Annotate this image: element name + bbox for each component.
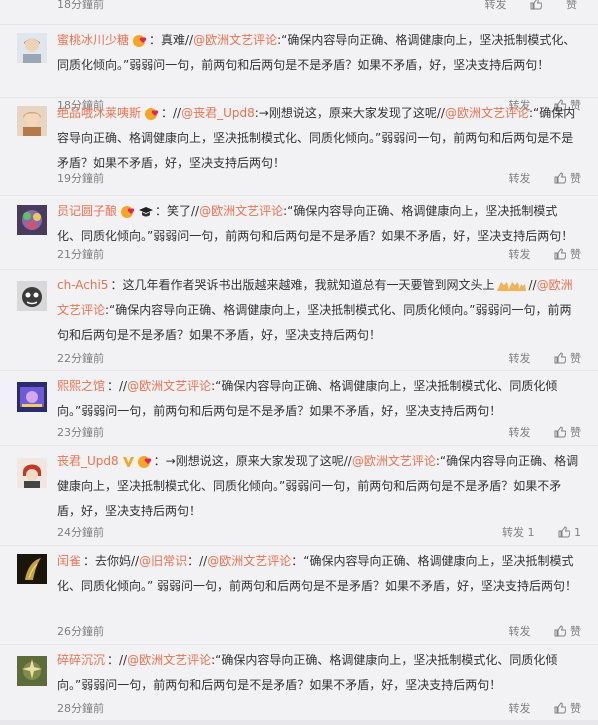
comment-username[interactable]: ch-Achi5 — [57, 278, 108, 292]
repost-button[interactable]: 转发 — [509, 424, 531, 440]
pray-hands-icon — [497, 281, 527, 291]
mention-link[interactable]: @欧洲文艺评论 — [199, 204, 283, 218]
heart-badge-icon — [145, 107, 159, 120]
comment-text: 闰雀 ：去你妈//@旧常识：//@欧洲文艺评论：“确保内容导向正确、格调健康向上，… — [57, 554, 578, 593]
comment-username[interactable]: 碎碎沉沉 — [57, 653, 105, 667]
avatar[interactable] — [17, 281, 47, 311]
mention-link[interactable]: @欧洲文艺评论 — [127, 653, 211, 667]
repost-button[interactable]: 转发 — [509, 623, 531, 639]
avatar[interactable] — [17, 382, 47, 412]
comment-username[interactable]: 绝品哦沐莱咦斯 — [57, 106, 141, 120]
mention-link[interactable]: @欧洲文艺评论 — [193, 33, 277, 47]
mention-link[interactable]: @旧常识 — [139, 554, 187, 568]
repost-button[interactable]: 转发 — [509, 170, 531, 186]
thumbs-up-icon — [554, 172, 566, 184]
heart-badge-icon — [137, 455, 151, 468]
comment-text: 丧君_Upd8 ：→刚想说这，原来大家发现了这呢//@欧洲文艺评论:“确保内容导向… — [57, 454, 579, 518]
like-button[interactable]: 赞 — [554, 350, 581, 366]
avatar[interactable] — [17, 554, 47, 584]
like-button[interactable]: 赞 — [554, 700, 581, 716]
like-button[interactable]: 1 — [558, 526, 581, 539]
heart-badge-icon — [121, 205, 135, 218]
previous-comment-footer: 18分鐘前 转发 赞 — [0, 0, 598, 13]
comment-text: 绝品哦沐莱咦斯 ：//@丧君_Upd8:→刚想说这，原来大家发现了这呢//@欧洲文… — [57, 106, 576, 170]
comment-item: 蜜桃冰川少糖 ：真难//@欧洲文艺评论:“确保内容导向正确、格调健康向上，坚决抵制… — [0, 24, 598, 112]
repost-button[interactable]: 转发 — [509, 350, 531, 366]
heart-badge-icon — [133, 34, 147, 47]
mention-link[interactable]: @欧洲文艺评论 — [445, 106, 529, 120]
thumbs-up-icon — [554, 248, 566, 260]
thumbs-up-icon — [554, 426, 566, 438]
comment-item: 绝品哦沐莱咦斯 ：//@丧君_Upd8:→刚想说这，原来大家发现了这呢//@欧洲文… — [0, 97, 598, 196]
comment-text: 员记圆子酿 ：笑了//@欧洲文艺评论:“确保内容导向正确、格调健康向上，坚决抵制模… — [57, 204, 574, 243]
comment-item: 员记圆子酿 ：笑了//@欧洲文艺评论:“确保内容导向正确、格调健康向上，坚决抵制模… — [0, 195, 598, 269]
like-button[interactable]: 赞 — [554, 246, 581, 262]
mention-link[interactable]: @欧洲文艺评论 — [207, 554, 291, 568]
like-button[interactable]: 赞 — [554, 424, 581, 440]
comment-username[interactable]: 闰雀 — [57, 554, 81, 568]
repost-button[interactable]: 转发 — [509, 246, 531, 262]
comment-time: 21分鐘前 — [57, 248, 104, 261]
comment-username[interactable]: 员记圆子酿 — [57, 204, 117, 218]
mention-link[interactable]: @欧洲文艺评论 — [352, 454, 436, 468]
comment-text: 蜜桃冰川少糖 ：真难//@欧洲文艺评论:“确保内容导向正确、格调健康向上，坚决抵制… — [57, 33, 576, 72]
comment-username[interactable]: 熙熙之馆 — [57, 379, 105, 393]
avatar[interactable] — [17, 458, 47, 488]
repost-button[interactable]: 转发 1 — [502, 524, 535, 540]
comment-time: 18分鐘前 — [57, 0, 104, 11]
comment-text: ch-Achi5 ：这几年看作者哭诉书出版越来越难，我就知道总有一天要管到网文头上… — [57, 278, 573, 342]
repost-button[interactable]: 转发 — [509, 700, 531, 716]
comment-item: 丧君_Upd8 ：→刚想说这，原来大家发现了这呢//@欧洲文艺评论:“确保内容导向… — [0, 445, 598, 545]
avatar[interactable] — [17, 205, 47, 235]
avatar[interactable] — [17, 33, 47, 63]
comment-item: 闰雀 ：去你妈//@旧常识：//@欧洲文艺评论：“确保内容导向正确、格调健康向上，… — [0, 545, 598, 644]
thumbs-up-icon — [558, 526, 570, 538]
comment-time: 19分鐘前 — [57, 172, 104, 185]
like-button[interactable]: 赞 — [554, 170, 581, 186]
comment-username[interactable]: 蜜桃冰川少糖 — [57, 33, 129, 47]
comment-time: 24分鐘前 — [57, 526, 104, 539]
like-button[interactable]: 赞 — [554, 623, 581, 639]
avatar[interactable] — [17, 656, 47, 686]
vip-verified-icon — [122, 456, 134, 467]
mention-link[interactable]: @欧洲文艺评论 — [127, 379, 211, 393]
next-comment-edge — [0, 720, 598, 725]
comment-time: 22分鐘前 — [57, 352, 104, 365]
comment-time: 23分鐘前 — [57, 426, 104, 439]
comment-text: 熙熙之馆 ：//@欧洲文艺评论:“确保内容导向正确、格调健康向上，坚决抵制模式化、… — [57, 379, 558, 418]
comment-username[interactable]: 丧君_Upd8 — [57, 454, 119, 468]
thumbs-up-icon — [554, 702, 566, 714]
comment-time: 26分鐘前 — [57, 625, 104, 638]
graduation-cap-icon — [139, 206, 154, 216]
mention-link[interactable]: @丧君_Upd8 — [181, 106, 255, 120]
thumbs-up-icon — [530, 0, 542, 10]
repost-button[interactable]: 转发 — [485, 0, 507, 11]
avatar[interactable] — [17, 106, 47, 136]
thumbs-up-icon — [554, 352, 566, 364]
like-button[interactable]: 赞 — [530, 0, 577, 11]
comment-item: 熙熙之馆 ：//@欧洲文艺评论:“确保内容导向正确、格调健康向上，坚决抵制模式化、… — [0, 370, 598, 446]
comment-text: 碎碎沉沉 ：//@欧洲文艺评论:“确保内容导向正确、格调健康向上，坚决抵制模式化、… — [57, 653, 558, 692]
comment-item: ch-Achi5 ：这几年看作者哭诉书出版越来越难，我就知道总有一天要管到网文头上… — [0, 269, 598, 368]
comment-item: 碎碎沉沉 ：//@欧洲文艺评论:“确保内容导向正确、格调健康向上，坚决抵制模式化、… — [0, 644, 598, 720]
comment-time: 28分鐘前 — [57, 702, 104, 715]
thumbs-up-icon — [554, 625, 566, 637]
comment-feed: 18分鐘前 转发 赞 蜜桃冰川少糖 ：真难//@欧洲文艺评论:“确保内容导向正确、… — [0, 0, 598, 725]
